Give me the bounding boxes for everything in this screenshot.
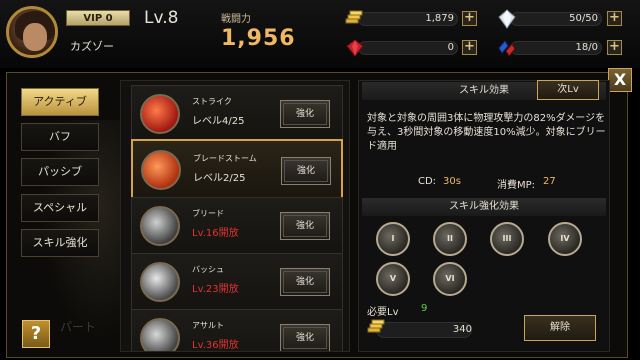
enhancement-slot-2[interactable]: II — [433, 222, 467, 256]
background-text: パート — [60, 320, 97, 334]
top-bar: VIP 0 Lv.8 カズゾー 戦闘力 1,956 1,879 + 50/50 … — [0, 0, 640, 68]
required-level-label: 必要Lv — [367, 307, 399, 318]
skill-name: ストライク — [192, 97, 232, 106]
next-level-button[interactable]: 次Lv — [537, 80, 599, 100]
ruby-amount: 0 — [447, 42, 454, 53]
enhancement-slot-4[interactable]: IV — [548, 222, 582, 256]
bash-skill-icon — [140, 262, 180, 302]
strike-skill-icon — [140, 94, 180, 134]
skill-level: レベル4/25 — [192, 116, 245, 127]
tab-buff[interactable]: バフ — [21, 123, 99, 151]
mp-cost-value: 27 — [543, 176, 556, 187]
vip-badge[interactable]: VIP 0 — [66, 10, 130, 26]
ruby-resource: 0 + — [344, 38, 479, 58]
mp-cost-label: 消費MP: — [497, 180, 536, 191]
add-gold-button[interactable]: + — [462, 11, 477, 26]
ticket-icon — [498, 40, 516, 57]
avatar[interactable] — [6, 6, 58, 58]
crystal-resource: 50/50 + — [496, 9, 626, 29]
skill-unlock-level: Lv.16開放 — [192, 228, 239, 239]
player-level: Lv.8 — [144, 8, 179, 28]
enhancement-slot-6[interactable]: VI — [433, 262, 467, 296]
skill-row-strike[interactable]: ストライク レベル4/25 強化 — [131, 85, 343, 143]
gold-coins-icon — [367, 319, 385, 333]
skill-row-blade-storm[interactable]: ブレードストーム レベル2/25 強化 — [131, 139, 343, 201]
enhancement-slot-3[interactable]: III — [490, 222, 524, 256]
cooldown-label: CD: — [418, 176, 437, 187]
ruby-icon — [346, 39, 364, 57]
skill-unlock-level: Lv.36開放 — [192, 340, 239, 351]
enhancement-slot-1[interactable]: I — [376, 222, 410, 256]
enhance-button[interactable]: 強化 — [280, 100, 330, 128]
skill-row-bleed[interactable]: ブリード Lv.16開放 強化 — [131, 197, 343, 255]
tab-passive[interactable]: パッシブ — [21, 158, 99, 186]
skill-list[interactable]: ストライク レベル4/25 強化 ブレードストーム レベル2/25 強化 ブリー… — [120, 80, 350, 352]
tab-active[interactable]: アクティブ — [21, 88, 99, 116]
skill-enhance-header: スキル強化効果 — [362, 198, 606, 216]
skill-name: ブリード — [192, 209, 224, 218]
enhancement-slot-5[interactable]: V — [376, 262, 410, 296]
ticket-resource: 18/0 + — [496, 38, 626, 58]
skill-row-bash[interactable]: バッシュ Lv.23開放 強化 — [131, 253, 343, 311]
skill-row-assault[interactable]: アサルト Lv.36開放 強化 — [131, 309, 343, 351]
crystal-amount: 50/50 — [569, 13, 598, 24]
add-ticket-button[interactable]: + — [607, 40, 622, 55]
bleed-skill-icon — [140, 206, 180, 246]
add-ruby-button[interactable]: + — [462, 40, 477, 55]
enhance-button[interactable]: 強化 — [280, 212, 330, 240]
ticket-amount: 18/0 — [575, 42, 598, 53]
blade-storm-skill-icon — [141, 150, 181, 190]
gold-coins-icon — [345, 10, 363, 24]
skill-name: アサルト — [192, 321, 224, 330]
tab-skill-enhance[interactable]: スキル強化 — [21, 229, 99, 257]
enhance-button[interactable]: 強化 — [281, 157, 331, 185]
skill-level: レベル2/25 — [193, 173, 246, 184]
combat-power-value: 1,956 — [221, 26, 296, 51]
player-name: カズゾー — [70, 40, 114, 53]
crystal-icon — [498, 9, 516, 29]
skill-unlock-level: Lv.23開放 — [192, 284, 239, 295]
skill-name: バッシュ — [192, 265, 224, 274]
enhance-button[interactable]: 強化 — [280, 268, 330, 296]
skill-description: 対象と対象の周囲3体に物理攻撃力の82%ダメージを与え、3秒間対象の移動速度10… — [367, 113, 606, 152]
required-level-value: 9 — [421, 303, 428, 314]
gold-cost: 340 — [452, 324, 472, 335]
help-button[interactable]: ? — [22, 320, 50, 348]
tab-special[interactable]: スペシャル — [21, 194, 99, 222]
assault-skill-icon — [140, 318, 180, 351]
close-button[interactable]: X — [608, 68, 632, 92]
skill-name: ブレードストーム — [193, 154, 257, 163]
gold-resource: 1,879 + — [344, 9, 479, 29]
combat-power-label: 戦闘力 — [221, 14, 251, 25]
add-crystal-button[interactable]: + — [607, 11, 622, 26]
cooldown-value: 30s — [443, 176, 461, 187]
unlock-button[interactable]: 解除 — [524, 315, 596, 341]
gold-amount: 1,879 — [425, 13, 454, 24]
enhance-button[interactable]: 強化 — [280, 324, 330, 351]
